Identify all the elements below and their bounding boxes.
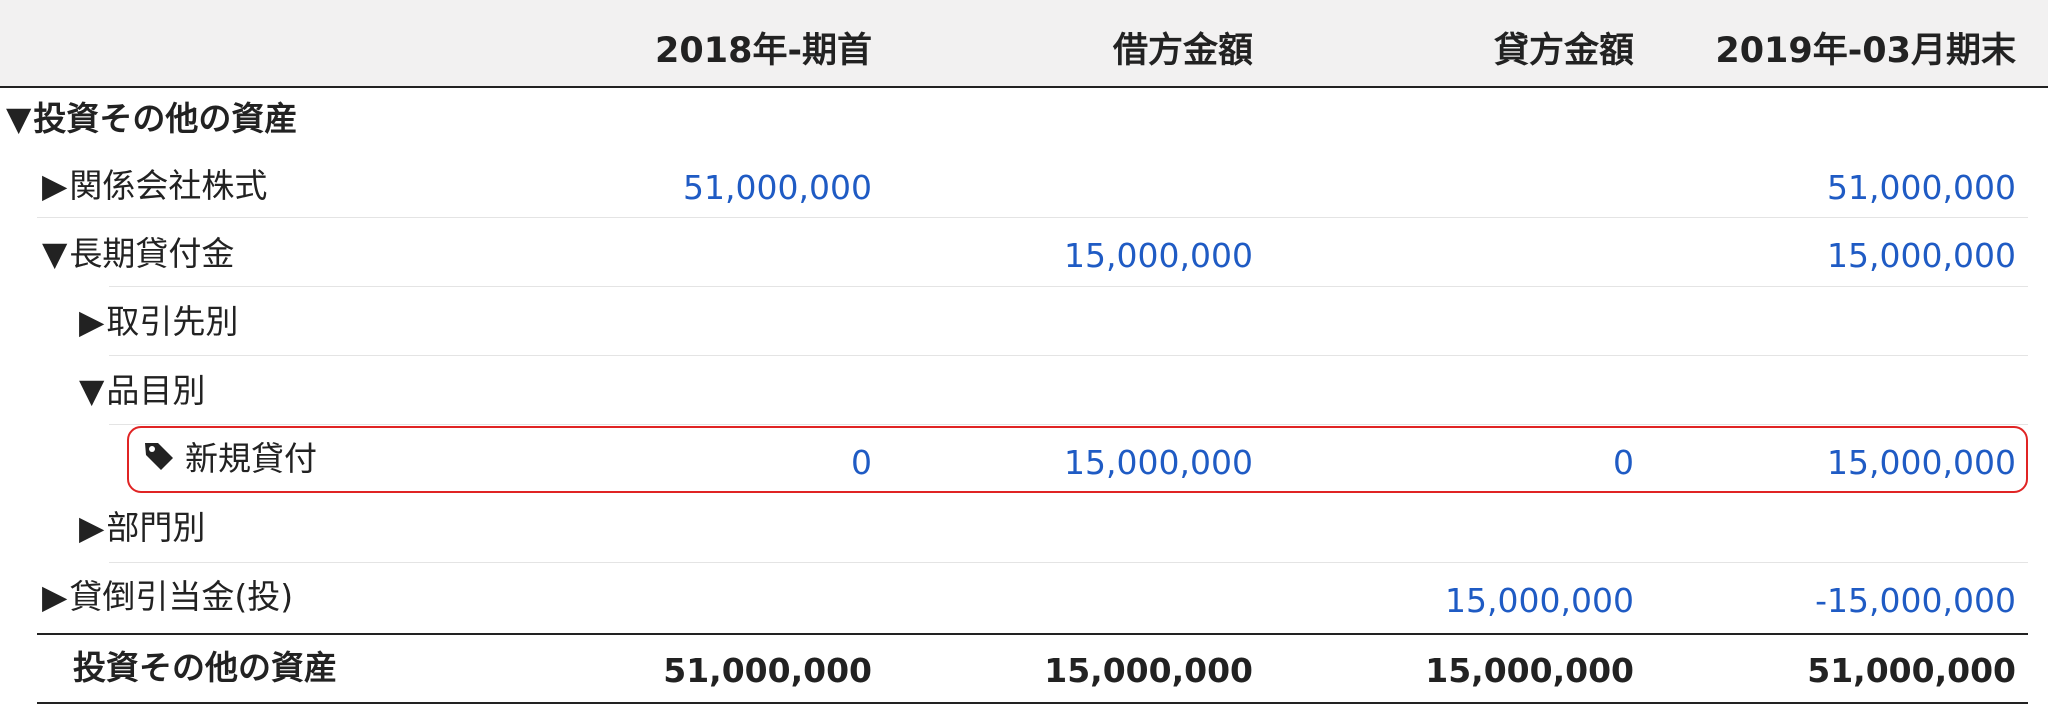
tree-row-bad-debt-allowance[interactable]: ▶貸倒引当金(投) xyxy=(42,577,293,617)
tree-row-by-department[interactable]: ▶部門別 xyxy=(79,508,205,548)
total-amount: 15,000,000 xyxy=(1044,651,1253,690)
row-divider xyxy=(37,217,2028,218)
expand-triangle-icon[interactable]: ▶ xyxy=(42,166,67,206)
total-row-label: 投資その他の資産 xyxy=(73,648,337,687)
amount-link[interactable]: 15,000,000 xyxy=(1294,581,1634,621)
expand-triangle-icon[interactable]: ▶ xyxy=(79,302,104,342)
table-bottom-rule xyxy=(37,702,2028,704)
expand-triangle-icon[interactable]: ▶ xyxy=(79,508,104,548)
tree-row-investments[interactable]: ▼投資その他の資産 xyxy=(6,99,297,139)
row-label: 品目別 xyxy=(106,371,206,410)
amount-link[interactable]: 15,000,000 xyxy=(1676,236,2016,276)
row-label: 投資その他の資産 xyxy=(33,99,298,138)
row-label: 関係会社株式 xyxy=(69,166,268,205)
row-label: 新規貸付 xyxy=(185,439,317,478)
total-amount: 51,000,000 xyxy=(663,651,872,690)
total-divider xyxy=(37,633,2028,635)
row-label: 貸倒引当金(投) xyxy=(69,577,294,616)
tree-row-new-loan[interactable]: 新規貸付 xyxy=(143,439,317,481)
collapse-triangle-icon[interactable]: ▼ xyxy=(6,99,31,139)
total-amount: 15,000,000 xyxy=(1425,651,1634,690)
tree-row-affiliate-stock[interactable]: ▶関係会社株式 xyxy=(42,166,267,206)
row-divider xyxy=(109,286,2028,287)
total-amount: 51,000,000 xyxy=(1807,651,2016,690)
amount-link[interactable]: 0 xyxy=(1294,443,1634,483)
amount-link[interactable]: 51,000,000 xyxy=(1676,168,2016,208)
row-divider xyxy=(109,424,2028,425)
amount-link[interactable]: -15,000,000 xyxy=(1676,581,2016,621)
tree-row-by-item[interactable]: ▼品目別 xyxy=(79,371,205,411)
row-label: 取引先別 xyxy=(106,302,239,341)
tree-row-long-term-loans[interactable]: ▼長期貸付金 xyxy=(42,234,234,274)
row-label: 部門別 xyxy=(106,508,206,547)
collapse-triangle-icon[interactable]: ▼ xyxy=(42,234,67,274)
row-label: 長期貸付金 xyxy=(69,234,235,273)
column-header-opening: 2018年-期首 xyxy=(655,31,872,71)
header-divider xyxy=(0,86,2048,88)
amount-link[interactable]: 51,000,000 xyxy=(532,168,872,208)
tree-row-by-partner[interactable]: ▶取引先別 xyxy=(79,302,238,342)
column-header-closing: 2019年-03月期末 xyxy=(1715,31,2016,71)
tag-icon xyxy=(143,440,175,481)
column-header-credit: 貸方金額 xyxy=(1493,31,1634,71)
row-divider xyxy=(109,355,2028,356)
column-header-debit: 借方金額 xyxy=(1112,31,1253,71)
amount-link[interactable]: 15,000,000 xyxy=(1676,443,2016,483)
collapse-triangle-icon[interactable]: ▼ xyxy=(79,371,104,411)
amount-link[interactable]: 15,000,000 xyxy=(913,443,1253,483)
expand-triangle-icon[interactable]: ▶ xyxy=(42,577,67,617)
row-divider xyxy=(109,562,2028,563)
amount-link[interactable]: 15,000,000 xyxy=(913,236,1253,276)
amount-link[interactable]: 0 xyxy=(532,443,872,483)
